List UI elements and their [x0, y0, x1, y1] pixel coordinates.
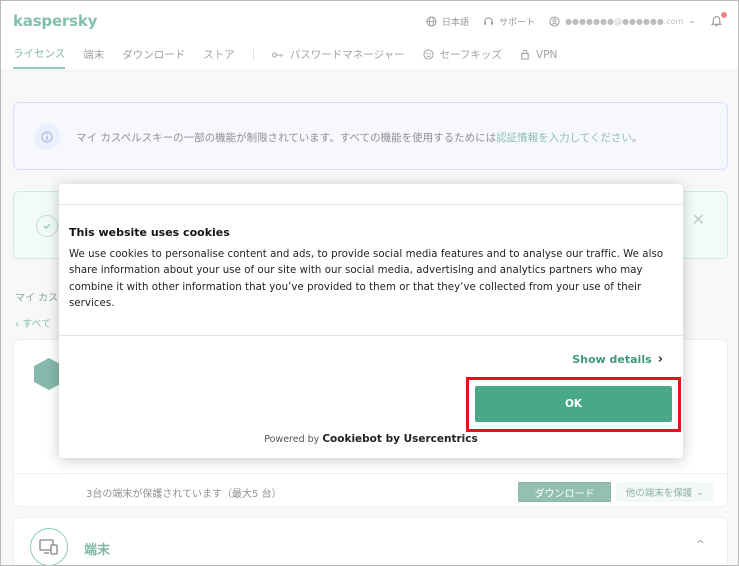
powered-prefix: Powered by: [264, 434, 320, 445]
dialog-divider: [59, 335, 683, 336]
chevron-right-icon: ›: [657, 352, 663, 367]
cookiebot-brand: Cookiebot by Usercentrics: [322, 433, 478, 445]
show-details-link[interactable]: Show details ›: [572, 352, 663, 367]
show-details-label: Show details: [572, 353, 652, 366]
powered-by[interactable]: Powered by Cookiebot by Usercentrics: [59, 433, 683, 445]
dialog-top-divider: [59, 204, 683, 205]
ok-button[interactable]: OK: [475, 386, 672, 422]
cookie-consent-dialog: This website uses cookies We use cookies…: [59, 184, 683, 458]
cookie-dialog-title: This website uses cookies: [69, 226, 230, 239]
cookie-dialog-body: We use cookies to personalise content an…: [69, 249, 664, 309]
app-frame: kaspersky 日本語 サポート ●●●●●●●@●●●●●●.com ⌄ …: [0, 0, 739, 566]
